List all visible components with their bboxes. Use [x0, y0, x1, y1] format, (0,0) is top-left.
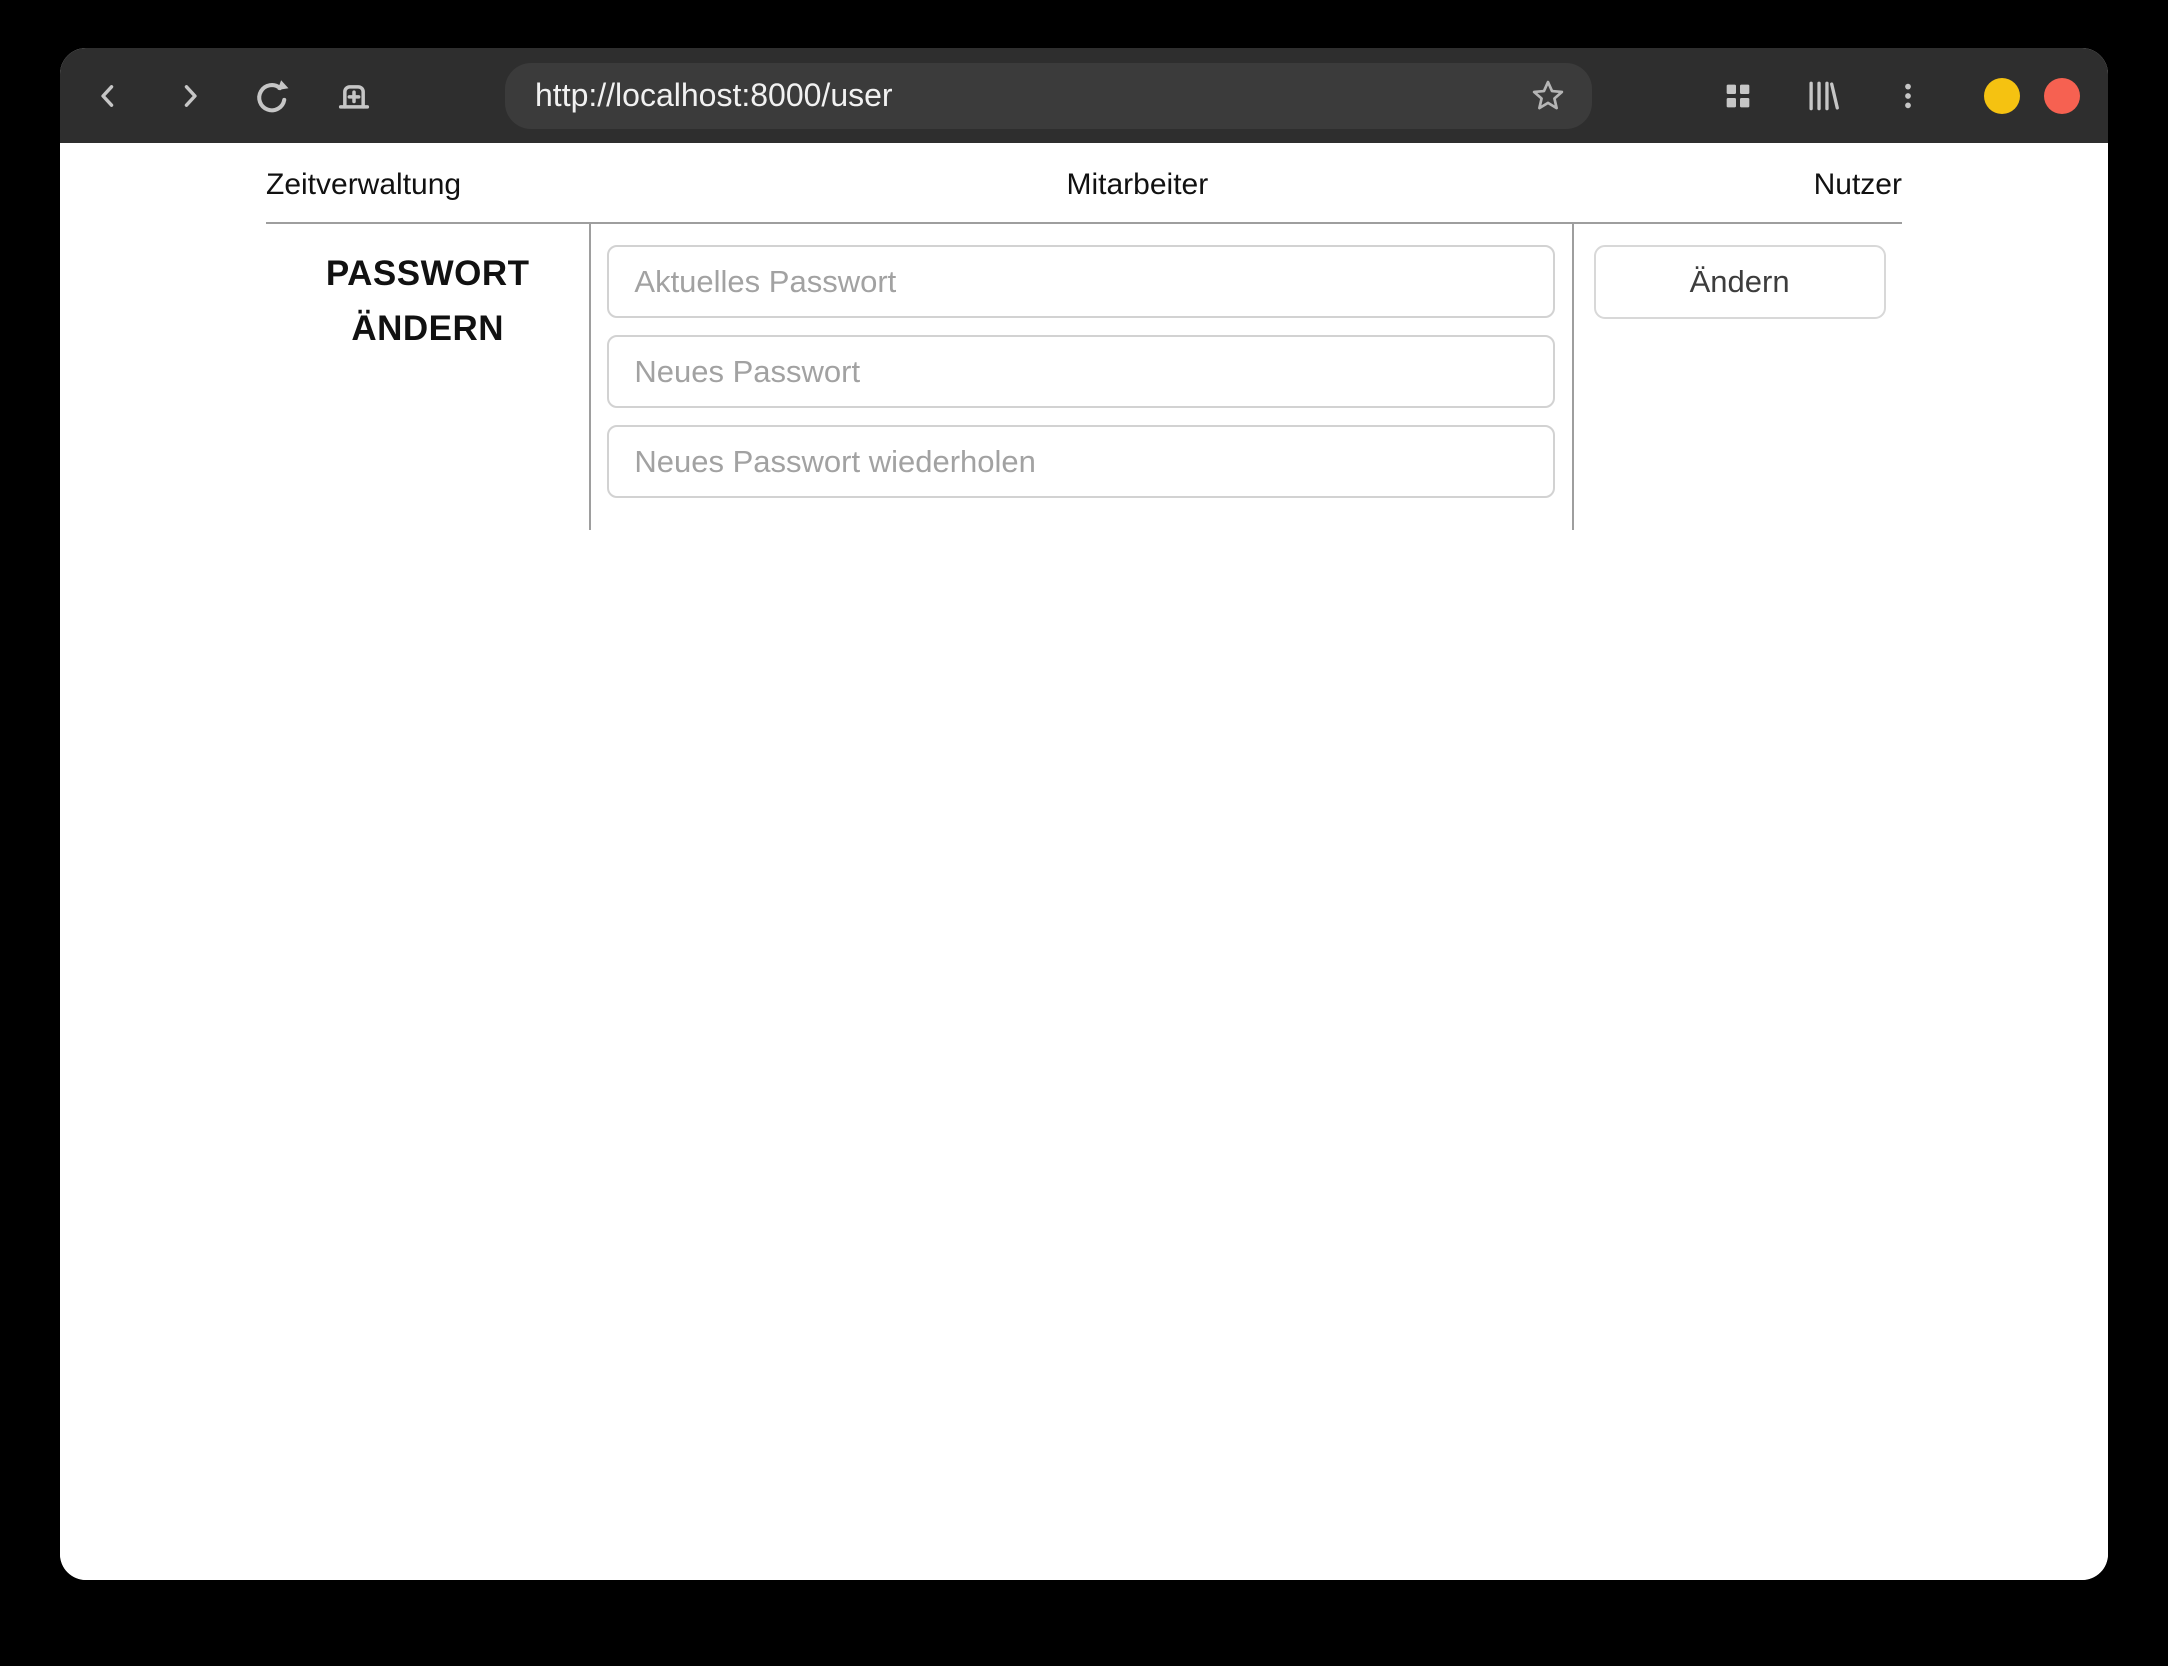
window-controls [1984, 77, 2080, 114]
library-icon [1804, 77, 1842, 115]
password-change-section: PASSWORT ÄNDERN Ändern [266, 224, 1902, 530]
change-password-button[interactable]: Ändern [1593, 245, 1886, 319]
page-content: Zeitverwaltung Mitarbeiter Nutzer PASSWO… [60, 143, 2108, 1580]
browser-window: http://localhost:8000/user Zeitverwaltun… [60, 48, 2108, 1580]
nav-link-nutzer[interactable]: Nutzer [1814, 168, 1902, 202]
bookmark-button[interactable] [1524, 72, 1572, 120]
main-menu-button[interactable] [1884, 72, 1932, 120]
action-column: Ändern [1571, 224, 1902, 530]
toolbar-nav-buttons [84, 72, 378, 120]
repeat-password-input[interactable] [607, 425, 1555, 498]
reload-button[interactable] [248, 72, 296, 120]
forward-button[interactable] [166, 72, 214, 120]
current-password-input[interactable] [607, 245, 1555, 318]
toolbar-right-icons [1714, 72, 1932, 120]
bookmark-star-icon [1529, 77, 1567, 115]
menu-kebab-icon [1893, 81, 1923, 111]
nav-link-zeitverwaltung[interactable]: Zeitverwaltung [266, 168, 461, 202]
address-bar[interactable]: http://localhost:8000/user [505, 62, 1592, 129]
tab-overview-button[interactable] [1714, 72, 1762, 120]
minimize-button[interactable] [1984, 77, 2020, 114]
close-button[interactable] [2044, 77, 2080, 114]
reload-icon [251, 75, 293, 117]
content-container: Zeitverwaltung Mitarbeiter Nutzer PASSWO… [266, 143, 1902, 530]
fields-column [589, 224, 1571, 530]
new-tab-button[interactable] [330, 72, 378, 120]
back-icon [91, 79, 125, 113]
heading-column: PASSWORT ÄNDERN [266, 224, 589, 530]
new-password-input[interactable] [607, 335, 1555, 408]
section-heading: PASSWORT ÄNDERN [325, 254, 530, 348]
url-text: http://localhost:8000/user [535, 77, 893, 113]
forward-icon [173, 79, 207, 113]
top-navigation: Zeitverwaltung Mitarbeiter Nutzer [266, 143, 1902, 224]
tab-overview-icon [1722, 80, 1754, 112]
new-tab-icon [334, 76, 374, 116]
nav-link-mitarbeiter[interactable]: Mitarbeiter [1067, 168, 1209, 202]
browser-titlebar: http://localhost:8000/user [60, 48, 2108, 143]
library-button[interactable] [1799, 72, 1847, 120]
back-button[interactable] [84, 72, 132, 120]
